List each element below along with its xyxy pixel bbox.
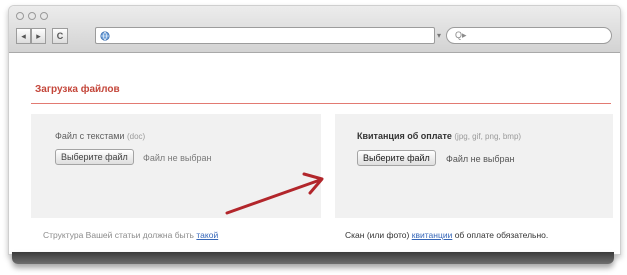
- section-title: Загрузка файлов: [35, 84, 120, 95]
- texts-file-choose-button[interactable]: Выберите файл: [55, 149, 134, 165]
- browser-window: ◂ ▸ C ▾ Q▸ Загрузка файлов Файл с текста…: [8, 5, 621, 255]
- section-divider: [31, 103, 611, 104]
- minimize-window-button[interactable]: [28, 12, 36, 20]
- globe-icon: [100, 31, 110, 41]
- texts-file-label: Файл с текстами (doc): [55, 131, 145, 141]
- texts-file-label-text: Файл с текстами: [55, 131, 125, 141]
- address-bar[interactable]: [95, 27, 435, 44]
- receipt-link[interactable]: квитанции: [412, 230, 453, 240]
- receipt-file-hint: (jpg, gif, png, bmp): [454, 132, 522, 141]
- receipt-note-text-1: Скан (или фото): [345, 230, 410, 240]
- structure-note: Структура Вашей статьи должна быть такой: [43, 230, 218, 240]
- back-button[interactable]: ◂: [16, 28, 31, 44]
- zoom-window-button[interactable]: [40, 12, 48, 20]
- close-window-button[interactable]: [16, 12, 24, 20]
- receipt-file-choose-button[interactable]: Выберите файл: [357, 150, 436, 166]
- page-content: Загрузка файлов Файл с текстами (doc) Вы…: [9, 53, 620, 254]
- structure-note-text: Структура Вашей статьи должна быть: [43, 230, 194, 240]
- receipt-note-text-2: об оплате обязательно.: [454, 230, 549, 240]
- search-field[interactable]: Q▸: [446, 27, 612, 44]
- receipt-upload-panel: Квитанция об оплате (jpg, gif, png, bmp)…: [335, 114, 613, 218]
- forward-button[interactable]: ▸: [31, 28, 46, 44]
- window-bottom-shadow: [12, 252, 614, 264]
- receipt-note: Скан (или фото) квитанции об оплате обяз…: [345, 230, 548, 240]
- pointer-arrow: [225, 172, 324, 215]
- reload-button[interactable]: C: [52, 28, 68, 44]
- receipt-file-label: Квитанция об оплате (jpg, gif, png, bmp): [357, 131, 521, 141]
- structure-link[interactable]: такой: [196, 230, 218, 240]
- url-dropdown-icon[interactable]: ▾: [437, 31, 441, 40]
- receipt-file-status: Файл не выбран: [446, 154, 515, 164]
- texts-file-hint: (doc): [126, 132, 146, 141]
- receipt-file-label-text: Квитанция об оплате: [357, 131, 452, 141]
- browser-toolbar: ◂ ▸ C ▾ Q▸: [9, 6, 620, 53]
- texts-file-status: Файл не выбран: [143, 153, 212, 163]
